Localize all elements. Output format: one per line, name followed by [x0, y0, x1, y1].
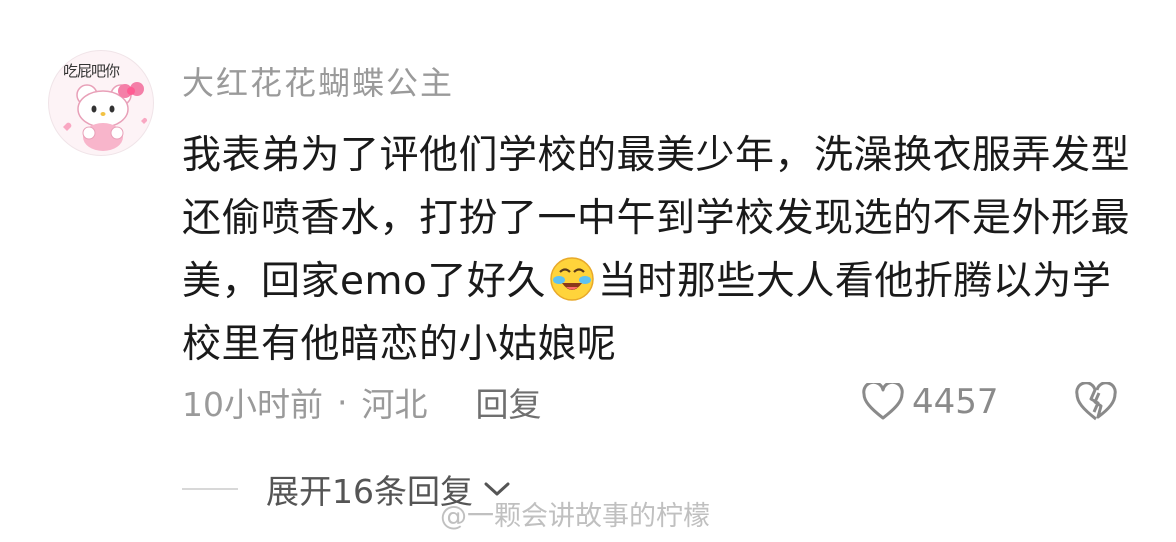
watermark-text: @一颗会讲故事的柠檬: [440, 501, 710, 532]
username[interactable]: 大红花花蝴蝶公主: [182, 58, 454, 104]
heart-icon: [862, 383, 904, 420]
comment-location: 河北: [361, 385, 428, 424]
crying-laughing-emoji-icon: [550, 257, 594, 301]
avatar-caption: 吃屁吧你: [63, 62, 120, 80]
like-count: 4457: [912, 382, 999, 422]
reply-button[interactable]: 回复: [476, 378, 542, 426]
comment-meta: 10小时前 · 河北 回复: [182, 378, 542, 426]
comment-card: 吃屁吧你 大红花花蝴蝶公主 我表弟为了评他们学校的最美少年，洗澡换衣服弄发型还偷…: [0, 0, 1176, 542]
watermark: @一颗会讲故事的柠檬: [440, 494, 710, 533]
broken-heart-icon[interactable]: [1074, 382, 1118, 422]
like-button[interactable]: 4457: [862, 380, 999, 424]
meta-separator: ·: [337, 382, 348, 422]
divider: [182, 488, 238, 490]
avatar[interactable]: 吃屁吧你: [48, 50, 154, 156]
comment-time: 10小时前: [182, 385, 323, 424]
comment-body: 我表弟为了评他们学校的最美少年，洗澡换衣服弄发型还偷喷香水，打扮了一中午到学校发…: [182, 124, 1142, 376]
